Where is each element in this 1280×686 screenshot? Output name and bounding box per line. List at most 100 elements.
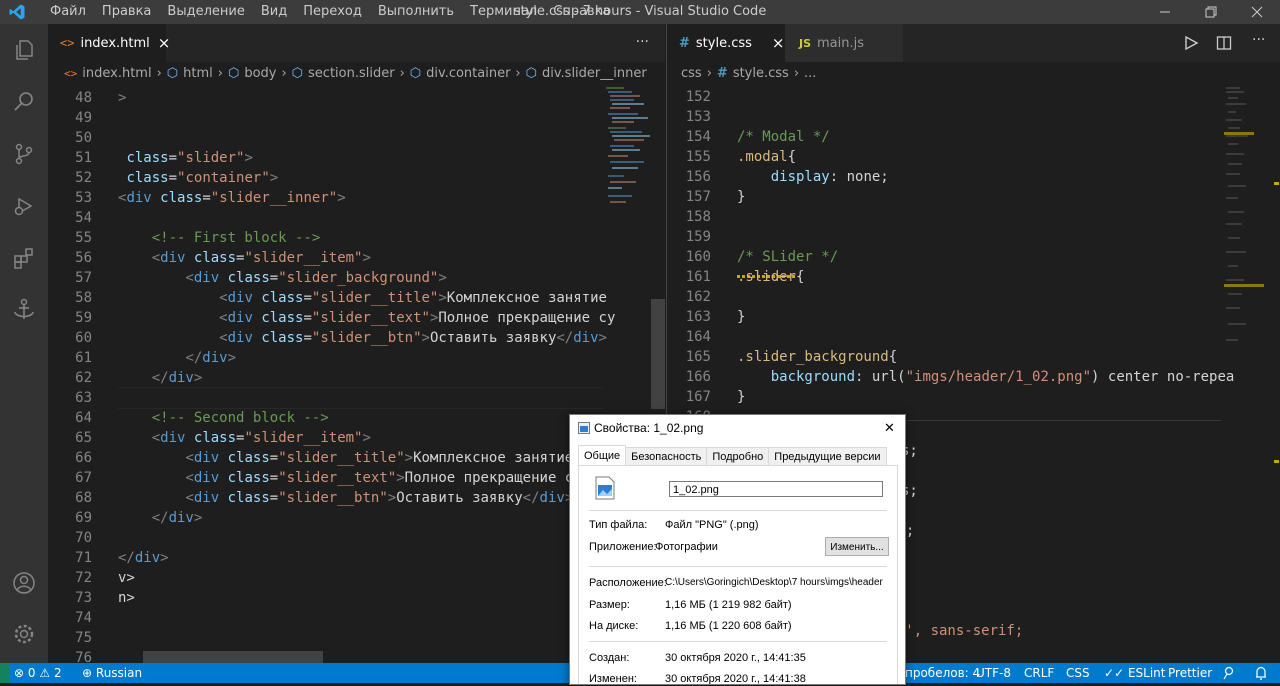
line-number: 72 [75,570,92,586]
problems-indicator[interactable]: ⊗ 0 ⚠ 2 [14,663,62,683]
code-line: display: none; [737,167,889,187]
menu-view[interactable]: Вид [253,0,295,24]
warning-icon: ⚠ [39,666,51,680]
tab-close-icon[interactable]: × [158,34,171,52]
dialog-close-button[interactable]: ✕ [884,420,895,436]
line-number: 156 [685,169,711,185]
breadcrumb-item[interactable]: html [183,66,213,81]
account-icon [13,572,35,594]
filename-input[interactable]: 1_02.png [669,481,883,497]
code-token: "container" [177,170,270,186]
tab-style-css[interactable]: # style.css × [667,24,785,62]
run-debug-button[interactable] [8,190,40,222]
breadcrumb-item[interactable]: style.css [733,66,789,81]
code-token: < [185,270,194,286]
right-minimap[interactable] [1222,84,1272,374]
code-token: > [396,470,405,486]
feedback-icon [1223,666,1234,680]
line-number: 75 [75,630,92,646]
close-window-button[interactable] [1234,0,1280,24]
code-token: /* Modal */ [737,129,830,145]
breadcrumb-item[interactable]: section.slider [308,66,395,81]
code-token: Полное прекращение су [438,310,616,326]
line-number: 55 [75,230,92,246]
eol-indicator[interactable]: CRLF [1024,663,1054,683]
indentation-indicator[interactable]: пробелов: 4 [905,663,980,683]
line-number: 163 [685,309,711,325]
code-token: </ [522,490,540,506]
code-token: "slider__title" [278,450,405,466]
tab-main-js[interactable]: JS main.js [785,24,903,62]
menu-go[interactable]: Переход [295,0,370,24]
maximize-button[interactable] [1188,0,1234,24]
code-token: div [193,270,220,286]
source-control-button[interactable] [8,138,40,170]
dialog-title-bar[interactable]: Свойства: 1_02.png ✕ [570,415,905,441]
code-token: "slider__item" [244,250,363,266]
accounts-button[interactable] [8,567,40,599]
code-token: > [404,450,414,466]
breadcrumb-item[interactable]: ... [804,66,816,81]
chevron-right-icon: › [217,65,223,81]
code-token: div [227,310,253,326]
code-token: = [303,310,312,326]
modified-value: 30 октября 2020 г., 14:41:38 [665,673,806,685]
line-number: 51 [75,150,92,166]
extensions-icon [14,248,33,269]
settings-button[interactable] [8,618,40,650]
menu-help[interactable]: Справка [545,0,618,24]
explorer-button[interactable] [8,34,40,66]
code-token: .slider [737,269,797,285]
tab-general[interactable]: Общие [578,445,627,466]
remote-indicator[interactable] [0,663,10,683]
menu-terminal[interactable]: Терминал [462,0,545,24]
menu-file[interactable]: Файл [42,0,94,24]
breadcrumb-item[interactable]: div.container [426,66,510,81]
menu-edit[interactable]: Правка [94,0,159,24]
menu-selection[interactable]: Выделение [159,0,252,24]
left-vertical-scrollbar[interactable] [651,299,665,409]
code-token: <!-- Second block --> [151,410,329,426]
split-editor-button[interactable] [1216,35,1232,55]
code-token: > [387,490,397,506]
minimize-button[interactable] [1142,0,1188,24]
tab-close-icon[interactable]: × [772,34,785,52]
tab-details[interactable]: Подробно [706,447,770,466]
encoding-indicator[interactable]: UTF-8 [976,663,1011,683]
run-button[interactable] [1183,35,1199,55]
code-token: > [438,290,447,306]
cube-icon: ⬡ [291,65,304,81]
breadcrumb-item[interactable]: div.slider__inner [542,66,647,81]
left-horizontal-scrollbar[interactable] [143,651,323,663]
created-label: Создан: [589,652,630,664]
language-indicator[interactable]: ⊕ Russian [82,663,142,683]
line-number: 59 [75,310,92,326]
code-line: <div class="slider__title">Комплексное з… [118,288,607,308]
menu-run[interactable]: Выполнить [370,0,462,24]
breadcrumb-item[interactable]: index.html [82,66,151,81]
code-line: } [737,187,745,207]
breadcrumb-item[interactable]: body [244,66,276,81]
tab-previous-versions[interactable]: Предыдущие версии [768,447,887,466]
code-line: <div class="slider__text">Полное прекращ… [118,308,615,328]
more-actions-button[interactable]: ··· [1252,32,1265,48]
code-token: </ [556,330,574,346]
search-button[interactable] [8,86,40,118]
more-actions-button[interactable]: ··· [636,34,649,50]
tab-security[interactable]: Безопасность [625,447,708,466]
left-minimap[interactable] [604,84,654,224]
code-token: = [168,150,178,166]
eslint-indicator[interactable]: ✓✓ ESLint [1104,663,1165,683]
language-mode-indicator[interactable]: CSS [1066,663,1090,683]
error-icon: ⊗ [14,666,25,680]
change-app-button[interactable]: Изменить... [825,537,889,556]
tab-index-html[interactable]: <> index.html × [48,24,170,62]
opens-with-value: Фотографии [655,541,718,553]
extensions-button[interactable] [8,242,40,274]
remote-button[interactable] [8,294,40,326]
line-number: 74 [75,610,92,626]
code-token: </ [151,510,169,526]
prettier-indicator[interactable]: Prettier [1168,663,1212,683]
breadcrumb-item[interactable]: css [681,66,702,81]
